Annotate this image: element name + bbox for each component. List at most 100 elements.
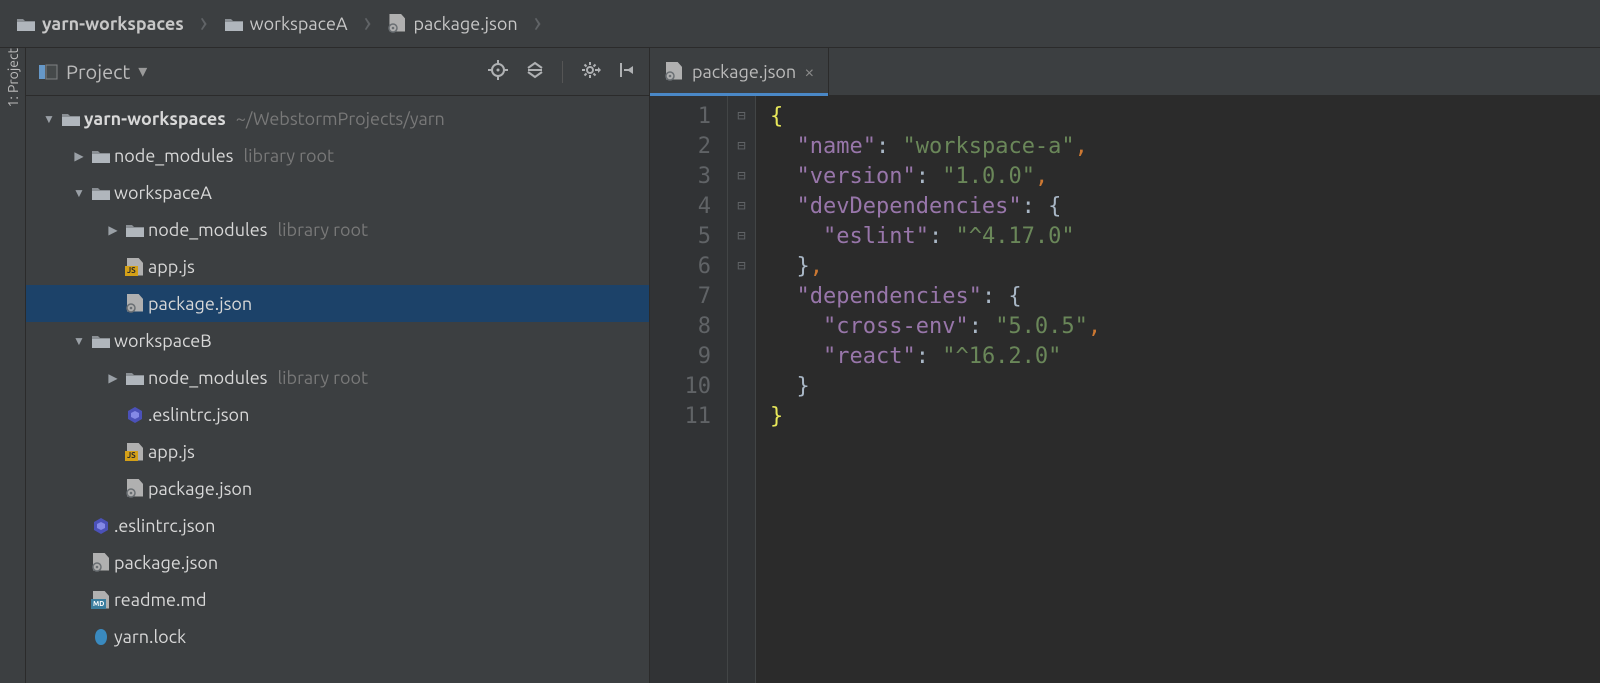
tree-label: .eslintrc.json bbox=[114, 516, 215, 536]
code-line[interactable]: }, bbox=[770, 252, 1600, 282]
code-editor[interactable]: { "name": "workspace-a", "version": "1.0… bbox=[756, 96, 1600, 683]
hide-icon[interactable] bbox=[619, 60, 637, 84]
tree-label: readme.md bbox=[114, 590, 206, 610]
expand-arrow-icon[interactable]: ▶ bbox=[104, 223, 122, 237]
folder-icon bbox=[224, 16, 244, 32]
code-line[interactable]: "dependencies": { bbox=[770, 282, 1600, 312]
line-number[interactable]: 10 bbox=[650, 372, 711, 402]
fold-marker[interactable]: ⊟ bbox=[728, 191, 755, 221]
markdown-file-icon: MD bbox=[91, 591, 111, 609]
expand-arrow-icon[interactable]: ▼ bbox=[40, 112, 58, 126]
json-file-icon bbox=[664, 62, 684, 82]
separator bbox=[562, 61, 563, 83]
code-line[interactable]: "devDependencies": { bbox=[770, 192, 1600, 222]
tree-label: app.js bbox=[148, 257, 195, 277]
tree-row[interactable]: ▼workspaceA bbox=[26, 174, 649, 211]
line-number[interactable]: 1 bbox=[650, 102, 711, 132]
expand-arrow-icon[interactable]: ▼ bbox=[70, 334, 88, 348]
line-number-gutter[interactable]: 1234567891011 bbox=[650, 96, 728, 683]
json-file-icon bbox=[91, 553, 111, 573]
tree-hint: library root bbox=[277, 220, 368, 240]
line-number[interactable]: 11 bbox=[650, 402, 711, 432]
line-number[interactable]: 8 bbox=[650, 312, 711, 342]
folder-icon bbox=[91, 148, 111, 164]
tree-row[interactable]: package.json bbox=[26, 285, 649, 322]
tab-label: package.json bbox=[692, 62, 796, 82]
code-line[interactable]: "name": "workspace-a", bbox=[770, 132, 1600, 162]
tree-row[interactable]: JSapp.js bbox=[26, 248, 649, 285]
toolwindow-stripe[interactable]: 1: Project bbox=[0, 48, 26, 683]
tree-label: node_modules bbox=[148, 220, 267, 240]
gear-icon[interactable] bbox=[581, 60, 601, 84]
eslint-file-icon bbox=[126, 406, 144, 424]
code-line[interactable]: "eslint": "^4.17.0" bbox=[770, 222, 1600, 252]
line-number[interactable]: 7 bbox=[650, 282, 711, 312]
tree-label: yarn-workspaces bbox=[84, 109, 226, 129]
breadcrumb-label: yarn-workspaces bbox=[42, 14, 184, 34]
folder-icon bbox=[91, 333, 111, 349]
eslint-file-icon bbox=[92, 517, 110, 535]
locate-icon[interactable] bbox=[488, 60, 508, 84]
line-number[interactable]: 2 bbox=[650, 132, 711, 162]
tree-hint: library root bbox=[243, 146, 334, 166]
tree-row[interactable]: yarn.lock bbox=[26, 618, 649, 655]
code-line[interactable]: "cross-env": "5.0.5", bbox=[770, 312, 1600, 342]
tree-label: package.json bbox=[114, 553, 218, 573]
yarn-lock-icon bbox=[91, 627, 111, 647]
code-line[interactable]: "version": "1.0.0", bbox=[770, 162, 1600, 192]
project-tree[interactable]: ▼ yarn-workspaces ~/WebstormProjects/yarn ▶… bbox=[26, 96, 649, 683]
tree-label: node_modules bbox=[148, 368, 267, 388]
close-icon[interactable]: × bbox=[804, 62, 814, 82]
fold-marker[interactable]: ⊟ bbox=[728, 131, 755, 161]
collapse-all-icon[interactable] bbox=[526, 60, 544, 84]
expand-arrow-icon[interactable]: ▶ bbox=[104, 371, 122, 385]
code-line[interactable]: } bbox=[770, 372, 1600, 402]
breadcrumb-item[interactable]: package.json› bbox=[381, 10, 551, 38]
editor-tab[interactable]: package.json × bbox=[650, 48, 829, 95]
tree-row[interactable]: package.json bbox=[26, 544, 649, 581]
chevron-down-icon[interactable]: ▾ bbox=[138, 61, 147, 82]
tree-hint: ~/WebstormProjects/yarn bbox=[236, 109, 445, 129]
sidebar-title[interactable]: Project bbox=[66, 60, 130, 83]
breadcrumb-item[interactable]: yarn-workspaces › bbox=[10, 10, 218, 38]
project-sidebar: Project ▾ ▼ yarn-workspaces ~/WebstormProj… bbox=[26, 48, 650, 683]
folder-icon bbox=[16, 16, 36, 32]
folder-icon bbox=[125, 370, 145, 386]
fold-marker[interactable]: ⊟ bbox=[728, 101, 755, 131]
chevron-right-icon: › bbox=[364, 9, 372, 37]
code-line[interactable]: { bbox=[770, 102, 1600, 132]
code-line[interactable]: } bbox=[770, 402, 1600, 432]
tree-label: app.js bbox=[148, 442, 195, 462]
tree-row[interactable]: .eslintrc.json bbox=[26, 507, 649, 544]
tree-row[interactable]: ▶node_moduleslibrary root bbox=[26, 137, 649, 174]
chevron-right-icon: › bbox=[200, 9, 208, 37]
chevron-right-icon: › bbox=[534, 9, 542, 37]
line-number[interactable]: 5 bbox=[650, 222, 711, 252]
tree-row[interactable]: JSapp.js bbox=[26, 433, 649, 470]
breadcrumb-label: workspaceA bbox=[250, 14, 348, 34]
editor-area: package.json× 1234567891011 ⊟⊟⊟⊟⊟⊟ { "na… bbox=[650, 48, 1600, 683]
tree-row[interactable]: package.json bbox=[26, 470, 649, 507]
tree-label: yarn.lock bbox=[114, 627, 186, 647]
folder-icon bbox=[91, 185, 111, 201]
tree-row[interactable]: ▼workspaceB bbox=[26, 322, 649, 359]
fold-gutter[interactable]: ⊟⊟⊟⊟⊟⊟ bbox=[728, 96, 756, 683]
fold-marker[interactable]: ⊟ bbox=[728, 221, 755, 251]
tree-row[interactable]: MDreadme.md bbox=[26, 581, 649, 618]
fold-marker[interactable]: ⊟ bbox=[728, 161, 755, 191]
line-number[interactable]: 4 bbox=[650, 192, 711, 222]
line-number[interactable]: 3 bbox=[650, 162, 711, 192]
fold-marker[interactable]: ⊟ bbox=[728, 251, 755, 281]
tree-row[interactable]: ▶node_moduleslibrary root bbox=[26, 359, 649, 396]
tree-row[interactable]: ▼ yarn-workspaces ~/WebstormProjects/yarn bbox=[26, 100, 649, 137]
breadcrumb-item[interactable]: workspaceA › bbox=[218, 10, 382, 38]
json-file-icon bbox=[387, 14, 407, 34]
tree-row[interactable]: ▶ node_modules library root bbox=[26, 211, 649, 248]
expand-arrow-icon[interactable]: ▶ bbox=[70, 149, 88, 163]
line-number[interactable]: 6 bbox=[650, 252, 711, 282]
tree-row[interactable]: .eslintrc.json bbox=[26, 396, 649, 433]
line-number[interactable]: 9 bbox=[650, 342, 711, 372]
code-line[interactable]: "react": "^16.2.0" bbox=[770, 342, 1600, 372]
folder-icon bbox=[61, 111, 81, 127]
expand-arrow-icon[interactable]: ▼ bbox=[70, 186, 88, 200]
